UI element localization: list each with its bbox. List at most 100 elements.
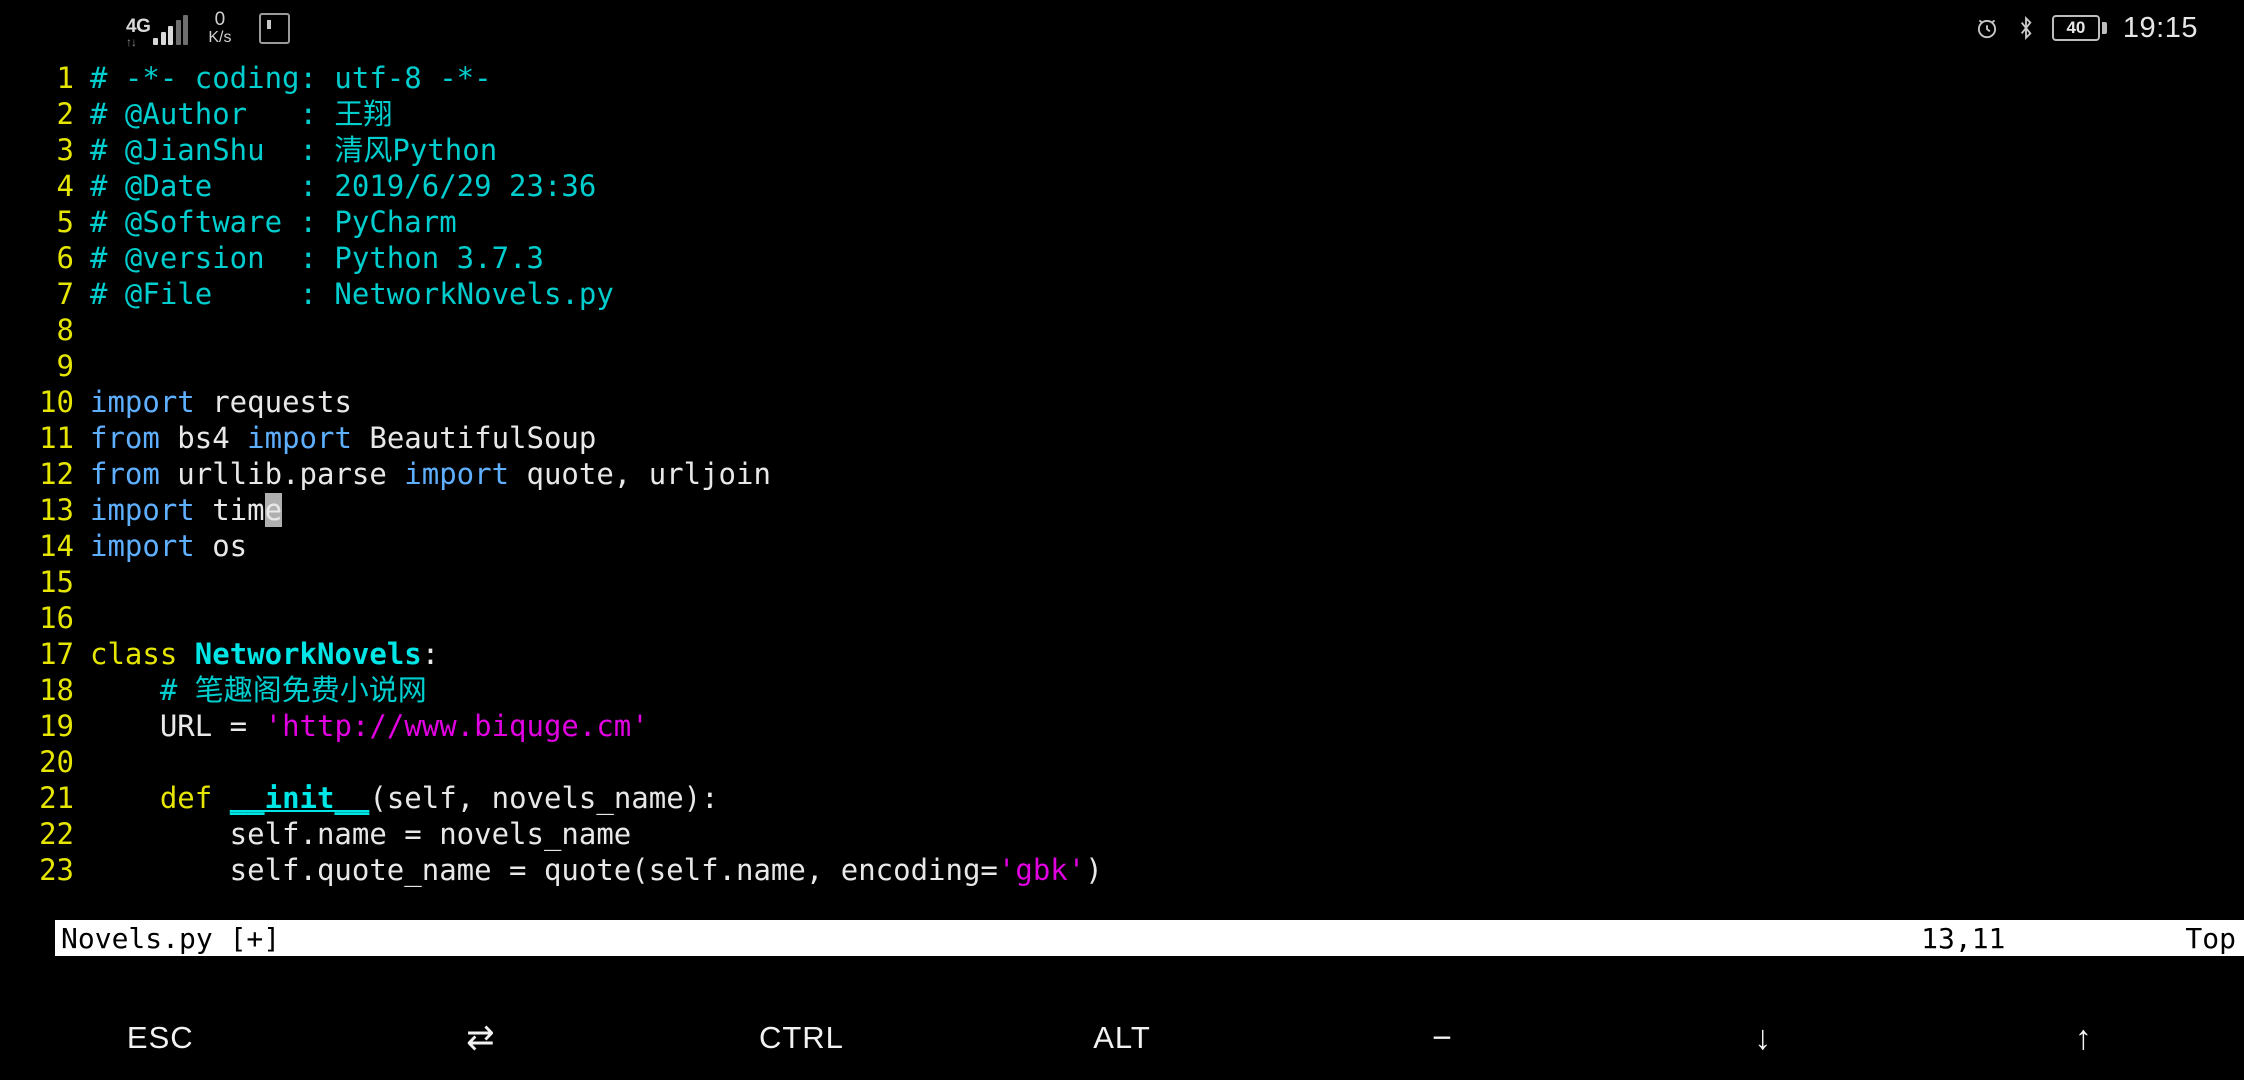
code-token: # @version : Python 3.7.3: [90, 241, 544, 275]
code-line-content[interactable]: # @Date : 2019/6/29 23:36: [90, 168, 2244, 204]
code-line[interactable]: 6 # @version : Python 3.7.3: [0, 240, 2244, 276]
code-token: class: [90, 637, 178, 671]
code-line-content[interactable]: import requests: [90, 384, 2244, 420]
code-line-content[interactable]: # @File : NetworkNovels.py: [90, 276, 2244, 312]
code-line[interactable]: 15: [0, 564, 2244, 600]
code-token: import: [90, 493, 195, 527]
code-line[interactable]: 16: [0, 600, 2244, 636]
code-line[interactable]: 14 import os: [0, 528, 2244, 564]
line-number: 5: [56, 205, 74, 239]
code-line[interactable]: 21 def __init__(self, novels_name):: [0, 780, 2244, 816]
status-bar-left: 4G ↑↓ 0 K/s: [26, 8, 291, 48]
line-number: 17: [39, 637, 74, 671]
code-line-content[interactable]: import time: [90, 492, 2244, 528]
vim-filename: Novels.py [+]: [61, 921, 281, 955]
code-line[interactable]: 4 # @Date : 2019/6/29 23:36: [0, 168, 2244, 204]
battery-level-text: 40: [2051, 15, 2100, 41]
code-line[interactable]: 17 class NetworkNovels:: [0, 636, 2244, 672]
key-arrow-up[interactable]: ↑: [1923, 979, 2244, 1058]
code-line[interactable]: 5 # @Software : PyCharm: [0, 204, 2244, 240]
line-number: 21: [39, 781, 74, 815]
code-line-content[interactable]: import os: [90, 528, 2244, 564]
key-arrow-down[interactable]: ↓: [1603, 979, 1924, 1058]
clock-text: 19:15: [2122, 11, 2198, 44]
line-number: 6: [56, 241, 74, 275]
signal-group: 4G ↑↓: [126, 8, 189, 48]
key-tab[interactable]: ⇄: [321, 978, 642, 1058]
network-speed-unit: K/s: [208, 28, 232, 46]
code-line[interactable]: 1 # -*- coding: utf-8 -*-: [0, 60, 2244, 96]
line-number: 4: [56, 169, 74, 203]
code-line[interactable]: 7 # @File : NetworkNovels.py: [0, 276, 2244, 312]
signal-strength-icon: [153, 15, 189, 48]
sim-card-icon: [259, 12, 291, 44]
code-line-content[interactable]: from urllib.parse import quote, urljoin: [90, 456, 2244, 492]
key-minus[interactable]: −: [1282, 979, 1603, 1058]
line-number: 13: [39, 493, 74, 527]
code-token: from: [90, 457, 160, 491]
code-token: bs4: [159, 421, 248, 455]
code-line-content[interactable]: # 笔趣阁免费小说网: [90, 672, 2244, 708]
android-status-bar: 4G ↑↓ 0 K/s 40 19:15: [0, 0, 2244, 56]
code-token: # @File : NetworkNovels.py: [90, 277, 614, 311]
code-token: BeautifulSoup: [351, 421, 597, 455]
code-line-content[interactable]: class NetworkNovels:: [90, 636, 2244, 672]
code-line-content[interactable]: def __init__(self, novels_name):: [90, 780, 2244, 816]
code-line-content[interactable]: from bs4 import BeautifulSoup: [90, 420, 2244, 456]
line-number: 3: [56, 133, 74, 167]
code-token: import: [404, 457, 510, 491]
code-line[interactable]: 2 # @Author : 王翔: [0, 96, 2244, 132]
code-line[interactable]: 9: [0, 348, 2244, 384]
line-number: 20: [39, 745, 74, 779]
code-line-content[interactable]: self.quote_name = quote(self.name, encod…: [90, 852, 2244, 888]
key-alt[interactable]: ALT: [962, 980, 1283, 1056]
line-number: 7: [56, 277, 74, 311]
key-ctrl[interactable]: CTRL: [641, 980, 962, 1056]
code-token: requests: [194, 385, 352, 419]
code-line[interactable]: 8: [0, 312, 2244, 348]
code-line[interactable]: 11 from bs4 import BeautifulSoup: [0, 420, 2244, 456]
code-token: self.quote_name = quote(self.name, encod…: [90, 853, 998, 887]
code-token: from: [90, 421, 160, 455]
code-token: # 笔趣阁免费小说网: [90, 673, 427, 707]
code-token: import: [90, 529, 195, 563]
code-token: import: [90, 385, 195, 419]
line-number: 22: [39, 817, 74, 851]
code-token: NetworkNovels: [194, 637, 422, 671]
code-line-content[interactable]: # @JianShu : 清风Python: [90, 132, 2244, 168]
code-line-content[interactable]: # -*- coding: utf-8 -*-: [90, 60, 2244, 96]
code-line-content[interactable]: # @version : Python 3.7.3: [90, 240, 2244, 276]
network-speed-indicator: 0 K/s: [208, 8, 232, 47]
code-line[interactable]: 22 self.name = novels_name: [0, 816, 2244, 852]
code-token: (self, novels_name):: [369, 781, 719, 815]
network-speed-value: 0: [214, 8, 226, 30]
line-number: 1: [56, 61, 74, 95]
terminal-extra-keys-row[interactable]: ESC ⇄ CTRL ALT − ↓ ↑: [0, 956, 2244, 1080]
code-line[interactable]: 20: [0, 744, 2244, 780]
battery-indicator: 40: [2051, 15, 2107, 41]
code-line[interactable]: 13 import time: [0, 492, 2244, 528]
code-token: __init__: [229, 781, 370, 815]
code-line[interactable]: 19 URL = 'http://www.biquge.cm': [0, 708, 2244, 744]
vim-editor-area[interactable]: 1 # -*- coding: utf-8 -*- 2 # @Author : 王翔 3…: [0, 56, 2244, 920]
code-token: 'gbk': [997, 853, 1086, 887]
key-esc[interactable]: ESC: [0, 980, 321, 1056]
code-line[interactable]: 18 # 笔趣阁免费小说网: [0, 672, 2244, 708]
code-token: tim: [194, 493, 265, 527]
code-line[interactable]: 3 # @JianShu : 清风Python: [0, 132, 2244, 168]
code-token: # @JianShu : 清风Python: [90, 133, 498, 167]
code-line[interactable]: 12 from urllib.parse import quote, urljoi…: [0, 456, 2244, 492]
code-token: urllib.parse: [159, 457, 405, 491]
code-line-content[interactable]: URL = 'http://www.biquge.cm': [90, 708, 2244, 744]
code-line-content[interactable]: # @Author : 王翔: [90, 96, 2244, 132]
code-token: # @Software : PyCharm: [90, 205, 457, 239]
line-number: 8: [56, 313, 74, 347]
code-line[interactable]: 23 self.quote_name = quote(self.name, en…: [0, 852, 2244, 888]
code-line-content[interactable]: # @Software : PyCharm: [90, 204, 2244, 240]
line-number: 18: [39, 673, 74, 707]
text-cursor: e: [264, 493, 283, 527]
code-line-content[interactable]: self.name = novels_name: [90, 816, 2244, 852]
line-number: 23: [39, 853, 74, 887]
code-line[interactable]: 10 import requests: [0, 384, 2244, 420]
